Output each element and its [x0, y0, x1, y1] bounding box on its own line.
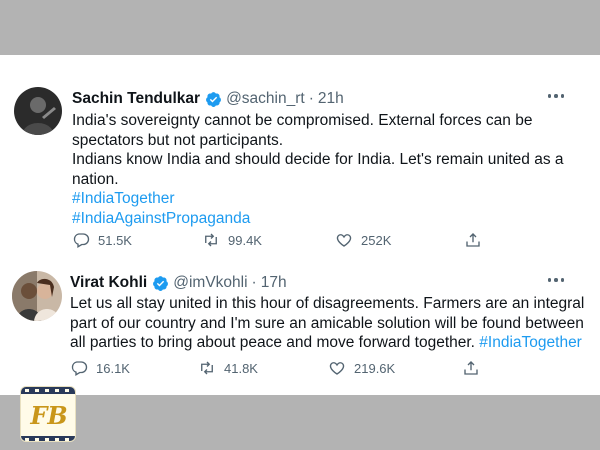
- verified-badge-icon: [152, 275, 169, 292]
- tweet-actions: 16.1K 41.8K 219.6K: [70, 359, 510, 379]
- author-name[interactable]: Virat Kohli: [70, 273, 147, 293]
- reply-count: 51.5K: [98, 232, 132, 248]
- tweet-text-line: India's sovereignty cannot be compromise…: [72, 112, 533, 129]
- watermark-text: FB: [29, 401, 67, 430]
- tweet-header: Sachin Tendulkar @sachin_rt · 21h: [72, 89, 344, 109]
- like-button[interactable]: 219.6K: [328, 359, 395, 377]
- author-handle[interactable]: @imVkohli: [173, 273, 247, 293]
- tweet-timestamp[interactable]: 21h: [318, 89, 344, 109]
- reply-icon: [73, 233, 90, 248]
- watermark-logo: FB: [20, 386, 76, 442]
- top-gray-band: [0, 0, 600, 55]
- heart-icon: [336, 234, 352, 247]
- author-handle[interactable]: @sachin_rt: [226, 89, 305, 109]
- retweet-count: 41.8K: [224, 360, 258, 376]
- share-icon: [466, 233, 480, 247]
- separator-dot: ·: [251, 274, 257, 291]
- share-button[interactable]: [464, 231, 482, 249]
- hashtag-link[interactable]: #IndiaTogether: [479, 334, 582, 351]
- bottom-gray-band: [0, 395, 600, 450]
- verified-badge-icon: [205, 91, 222, 108]
- reply-count: 16.1K: [96, 360, 130, 376]
- hashtag-link[interactable]: #IndiaTogether: [72, 189, 572, 209]
- tweet-text-line: spectators but not participants.: [72, 131, 284, 149]
- avatar[interactable]: [14, 87, 62, 135]
- reply-button[interactable]: 16.1K: [70, 359, 130, 377]
- tweet-text-line: nation.: [72, 170, 119, 188]
- hashtag-link[interactable]: #IndiaAgainstPropaganda: [72, 209, 572, 229]
- tweet-text: Let us all stay united in this hour of d…: [70, 294, 585, 353]
- separator-dot: ·: [308, 90, 314, 107]
- retweet-icon: [201, 361, 213, 375]
- reply-icon: [71, 361, 88, 376]
- tweet-text-line: Indians know India and should decide for…: [72, 151, 564, 168]
- tweet-text-segment: all parties to bring about peace and mov…: [70, 334, 475, 351]
- tweet-timestamp[interactable]: 17h: [261, 273, 287, 293]
- tweet-text: India's sovereignty cannot be compromise…: [72, 111, 572, 228]
- tweet-text-line-last: all parties to bring about peace and mov…: [70, 333, 582, 353]
- avatar[interactable]: [12, 271, 62, 321]
- share-button[interactable]: [462, 359, 480, 377]
- share-icon: [464, 361, 478, 375]
- author-name[interactable]: Sachin Tendulkar: [72, 89, 200, 109]
- retweet-button[interactable]: 41.8K: [198, 359, 258, 377]
- reply-button[interactable]: 51.5K: [72, 231, 132, 249]
- more-options-icon[interactable]: [547, 94, 564, 98]
- retweet-count: 99.4K: [228, 232, 262, 248]
- like-button[interactable]: 252K: [335, 231, 391, 249]
- tweet-actions: 51.5K 99.4K 252K: [72, 231, 512, 251]
- tweet-header: Virat Kohli @imVkohli · 17h: [70, 273, 287, 293]
- tweet-text-line: part of our country and I'm sure an amic…: [70, 314, 584, 332]
- retweet-button[interactable]: 99.4K: [202, 231, 262, 249]
- more-options-icon[interactable]: [547, 278, 564, 282]
- heart-icon: [329, 362, 345, 375]
- tweet-text-line: Let us all stay united in this hour of d…: [70, 295, 585, 312]
- like-count: 252K: [361, 232, 392, 248]
- retweet-icon: [205, 233, 217, 247]
- like-count: 219.6K: [354, 360, 396, 376]
